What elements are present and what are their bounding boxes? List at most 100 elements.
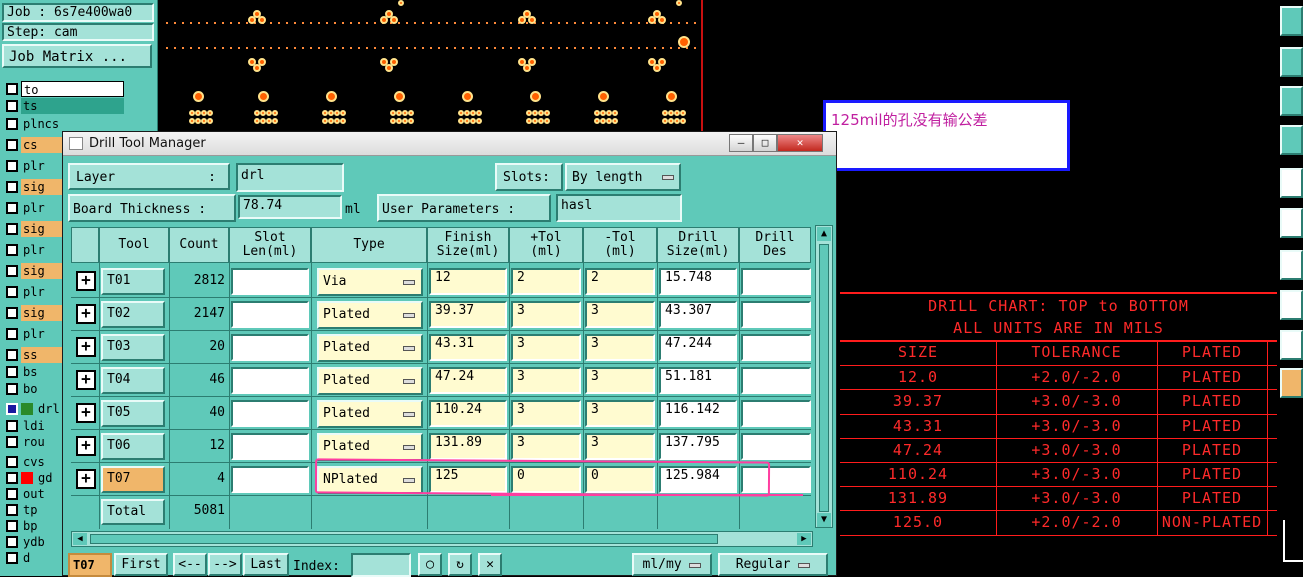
type-dropdown[interactable]: Via [317,268,423,296]
layer-checkbox[interactable] [6,244,18,256]
node-tool-icon[interactable] [1280,208,1303,238]
expand-row-icon[interactable]: + [76,304,96,324]
slots-dropdown[interactable]: By length [565,163,681,191]
plus-tol-input[interactable]: 3 [511,334,581,361]
plus-tol-input[interactable]: 2 [511,268,581,295]
column-header[interactable]: Finish Size(ml) [427,227,509,263]
toolbar-button-3[interactable] [1280,86,1303,116]
expand-row-icon[interactable]: + [76,469,96,489]
line-tool-icon[interactable] [1280,250,1303,280]
select-tool-icon[interactable] [1280,290,1303,320]
close-button[interactable]: ✕ [777,134,823,152]
refresh-icon[interactable]: ↻ [448,553,472,576]
drill-des-input[interactable] [741,400,811,427]
drill-size-input[interactable]: 47.244 [659,334,737,361]
vertical-scrollbar[interactable]: ▲ ▼ [815,225,833,528]
plus-tol-input[interactable]: 3 [511,400,581,427]
minus-tol-input[interactable]: 3 [585,367,655,394]
mode-dropdown[interactable]: Regular [718,553,828,576]
bulb-icon[interactable]: ◯ [418,553,442,576]
layer-checkbox[interactable] [6,286,18,298]
layer-checkbox[interactable] [6,488,18,500]
drill-size-input[interactable]: 116.142 [659,400,737,427]
toolbar-button-4[interactable] [1280,125,1303,155]
layer-checkbox[interactable] [6,536,18,548]
layer-checkbox[interactable] [6,552,18,564]
slot-length-input[interactable] [231,433,309,460]
layer-checkbox[interactable] [6,420,18,432]
slot-length-input[interactable] [231,334,309,361]
column-header[interactable]: Slot Len(ml) [229,227,311,263]
expand-row-icon[interactable]: + [76,436,96,456]
tool-button[interactable]: T07 [101,466,165,493]
slot-length-input[interactable] [231,400,309,427]
expand-row-icon[interactable]: + [76,271,96,291]
plus-tol-input[interactable]: 3 [511,367,581,394]
column-header[interactable]: +Tol (ml) [509,227,583,263]
scroll-down-icon[interactable]: ▼ [817,513,831,527]
type-dropdown[interactable]: Plated [317,367,423,395]
layer-input[interactable]: drl [236,163,344,192]
finish-size-input[interactable]: 43.31 [429,334,507,361]
drill-size-input[interactable]: 51.181 [659,367,737,394]
column-header[interactable]: -Tol (ml) [583,227,657,263]
h-scroll-thumb[interactable] [90,534,718,544]
index-input[interactable] [351,553,411,577]
minus-tol-input[interactable]: 2 [585,268,655,295]
layer-checkbox[interactable] [6,100,18,112]
layer-checkbox[interactable] [6,349,18,361]
job-matrix-button[interactable]: Job Matrix ... [2,44,152,68]
expand-row-icon[interactable]: + [76,403,96,423]
type-dropdown[interactable]: Plated [317,301,423,329]
layer-checkbox[interactable] [6,265,18,277]
plus-tol-input[interactable]: 3 [511,301,581,328]
last-button[interactable]: Last [243,553,289,576]
layer-checkbox[interactable] [6,139,18,151]
layer-checkbox[interactable] [6,181,18,193]
slot-length-input[interactable] [231,301,309,328]
column-header[interactable]: Type [311,227,427,263]
finish-size-input[interactable]: 12 [429,268,507,295]
maximize-button[interactable]: □ [753,134,777,152]
toolbar-button-1[interactable] [1280,6,1303,36]
graphics-area[interactable] [158,0,703,130]
layer-checkbox[interactable] [6,456,18,468]
tool-button[interactable]: T04 [101,367,165,394]
column-header[interactable]: Drill Size(ml) [657,227,739,263]
board-thickness-input[interactable]: 78.74 [238,195,342,219]
tool-button[interactable]: T06 [101,433,165,460]
layer-checkbox[interactable] [6,366,18,378]
minus-tol-input[interactable]: 3 [585,400,655,427]
slot-length-input[interactable] [231,466,309,493]
finish-size-input[interactable]: 110.24 [429,400,507,427]
finish-size-input[interactable]: 39.37 [429,301,507,328]
tool-button[interactable]: T02 [101,301,165,328]
next-button[interactable]: --> [208,553,242,576]
scroll-up-icon[interactable]: ▲ [817,227,831,241]
column-header[interactable]: Tool [99,227,169,263]
layer-checkbox[interactable] [6,383,18,395]
type-dropdown[interactable]: Plated [317,433,423,461]
scroll-left-icon[interactable]: ◀ [73,533,87,545]
drill-size-input[interactable]: 15.748 [659,268,737,295]
layer-checkbox[interactable] [6,436,18,448]
expand-row-icon[interactable]: + [76,337,96,357]
layer-item[interactable]: ts [6,97,124,115]
minus-tol-input[interactable]: 3 [585,334,655,361]
layer-checkbox[interactable] [6,520,18,532]
type-dropdown[interactable]: Plated [317,400,423,428]
pointer-tool-icon[interactable] [1280,368,1303,398]
tool-button[interactable]: T05 [101,400,165,427]
column-header[interactable]: Drill Des [739,227,811,263]
finish-size-input[interactable]: 47.24 [429,367,507,394]
toolbar-button-2[interactable] [1280,47,1303,77]
delete-icon[interactable]: ✕ [478,553,502,576]
drill-size-input[interactable]: 137.795 [659,433,737,460]
layer-checkbox[interactable] [6,307,18,319]
layer-checkbox[interactable] [6,504,18,516]
shape-tool-icon[interactable] [1280,330,1303,360]
drill-des-input[interactable] [741,268,811,295]
slot-length-input[interactable] [231,268,309,295]
layer-checkbox[interactable] [6,328,18,340]
prev-button[interactable]: <-- [173,553,207,576]
